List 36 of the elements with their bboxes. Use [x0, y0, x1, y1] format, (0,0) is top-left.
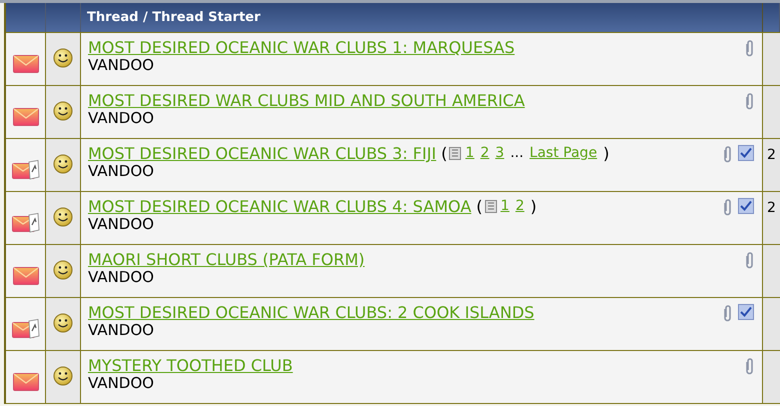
- parenthesis: ): [603, 144, 610, 163]
- smiley-icon: [53, 207, 73, 227]
- thread-starter: VANDOO: [88, 110, 155, 127]
- thread-link[interactable]: MOST DESIRED WAR CLUBS MID AND SOUTH AMERICA: [88, 91, 525, 110]
- pages-icon: [449, 147, 462, 160]
- thread-link[interactable]: MYSTERY TOOTHED CLUB: [88, 356, 293, 375]
- table-cell: 2: [763, 192, 780, 244]
- smiley-icon: [53, 154, 73, 174]
- thread-link[interactable]: MOST DESIRED OCEANIC WAR CLUBS: 2 COOK ISLANDS: [88, 303, 534, 322]
- pages-icon: [484, 200, 497, 213]
- thread-starter: VANDOO: [88, 163, 155, 180]
- thread-starter: VANDOO: [88, 269, 155, 286]
- parenthesis: ): [530, 197, 537, 216]
- thread-starter: VANDOO: [88, 375, 155, 392]
- smiley-icon: [53, 313, 73, 333]
- thread-starter: VANDOO: [88, 216, 155, 233]
- smiley-icon: [53, 260, 73, 280]
- page-link[interactable]: 1: [465, 144, 474, 163]
- table-cell: 2: [763, 139, 780, 191]
- smiley-icon: [53, 48, 73, 68]
- thread-starter: VANDOO: [88, 57, 155, 74]
- thread-link[interactable]: MOST DESIRED OCEANIC WAR CLUBS 1: MARQUESAS: [88, 38, 515, 57]
- thread-link[interactable]: MOST DESIRED OCEANIC WAR CLUBS 4: SAMOA: [88, 197, 472, 216]
- ellipsis: ...: [510, 144, 524, 163]
- thread-link[interactable]: MOST DESIRED OCEANIC WAR CLUBS 3: FIJI: [88, 144, 436, 163]
- page-link[interactable]: 3: [495, 144, 504, 163]
- page-link[interactable]: 2: [480, 144, 490, 163]
- thread-starter: VANDOO: [88, 322, 155, 339]
- smiley-icon: [53, 101, 73, 121]
- last-page-link[interactable]: Last Page: [530, 144, 598, 163]
- page-link[interactable]: 2: [515, 197, 524, 216]
- page-link[interactable]: 1: [500, 197, 510, 216]
- parenthesis: (: [441, 144, 448, 163]
- parenthesis: (: [476, 197, 483, 216]
- smiley-icon: [53, 366, 73, 386]
- thread-link[interactable]: MAORI SHORT CLUBS (PATA FORM): [88, 250, 365, 269]
